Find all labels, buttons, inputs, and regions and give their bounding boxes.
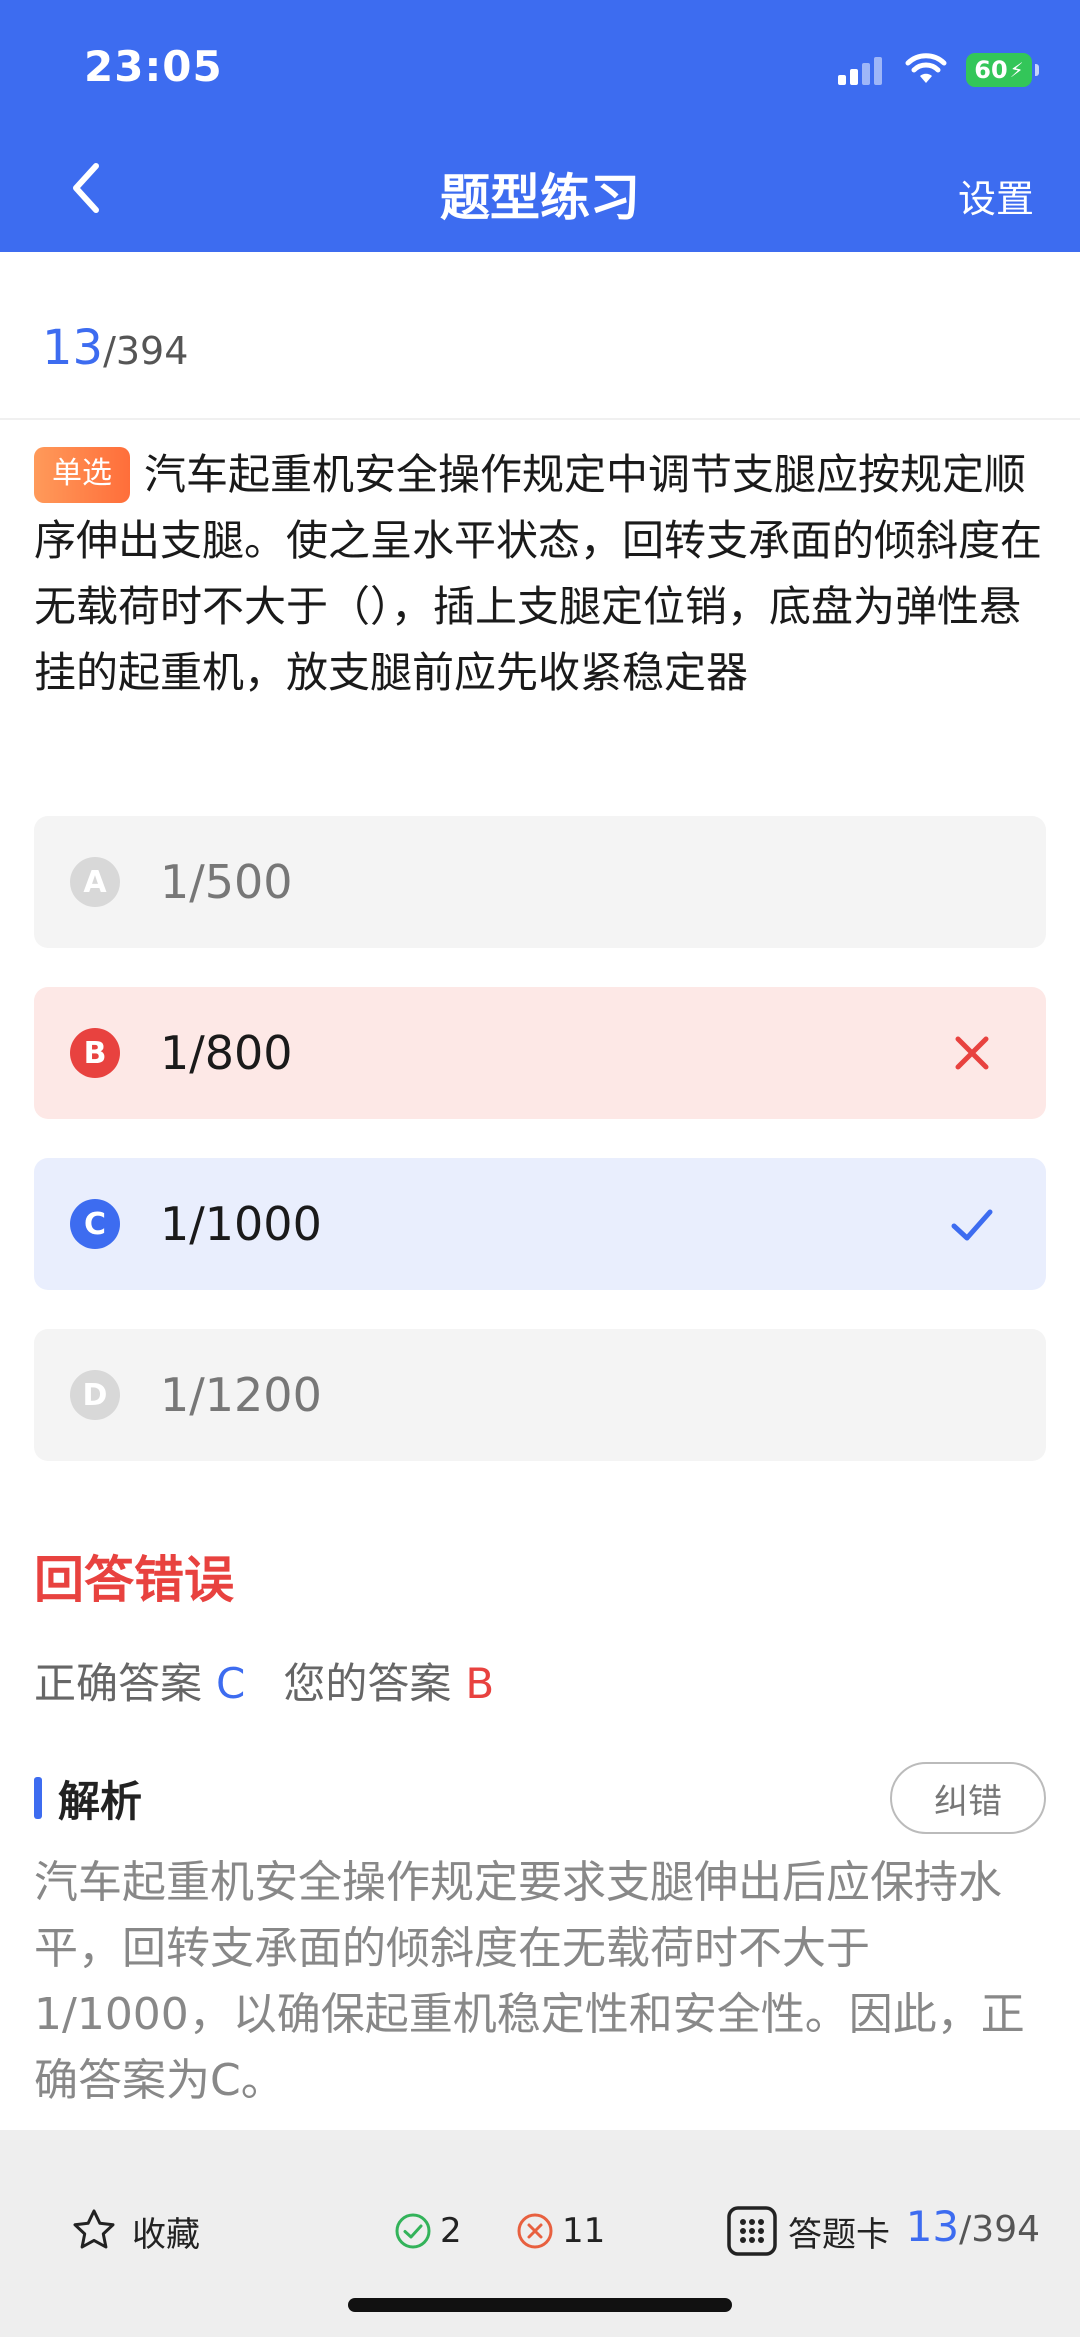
option-a[interactable]: A 1/500 — [34, 816, 1046, 948]
status-time: 23:05 — [84, 42, 223, 91]
option-letter: C — [70, 1199, 120, 1249]
question-progress: 13/394 — [42, 320, 188, 376]
option-text: 1/800 — [160, 1026, 293, 1080]
option-letter: A — [70, 857, 120, 907]
result-title: 回答错误 — [34, 1551, 234, 1609]
analysis-header: 解析 — [34, 1770, 142, 1826]
user-answer-value: B — [465, 1659, 495, 1708]
wrong-count: 11 — [516, 2202, 605, 2260]
x-circle-icon — [517, 2213, 553, 2249]
progress-total: /394 — [103, 329, 189, 373]
option-d[interactable]: D 1/1200 — [34, 1329, 1046, 1461]
question-type-badge: 单选 — [34, 447, 130, 503]
settings-button[interactable]: 设置 — [958, 168, 1034, 223]
option-letter: B — [70, 1028, 120, 1078]
bottom-progress: 13/394 — [906, 2202, 1040, 2260]
answer-card-button[interactable]: 答题卡 — [726, 2202, 890, 2260]
answer-summary: 正确答案 C 您的答案 B — [34, 1650, 494, 1711]
wrong-x-icon — [955, 1036, 989, 1070]
page-title: 题型练习 — [440, 169, 640, 227]
option-text: 1/1000 — [160, 1197, 322, 1251]
option-b[interactable]: B 1/800 — [34, 987, 1046, 1119]
check-circle-icon — [395, 2213, 431, 2249]
header: 23:05 60 ⚡ 题型练习 设置 — [0, 0, 1080, 252]
home-indicator — [348, 2298, 732, 2312]
user-answer-label: 您的答案 — [283, 1659, 452, 1708]
star-icon — [73, 2209, 115, 2249]
check-icon — [951, 1209, 993, 1241]
analysis-text: 汽车起重机安全操作规定要求支腿伸出后应保持水平，回转支承面的倾斜度在无载荷时不大… — [34, 1857, 1025, 2106]
wifi-icon — [905, 53, 947, 83]
battery-icon: 60 ⚡ — [966, 53, 1039, 87]
favorite-label: 收藏 — [132, 2214, 200, 2255]
correct-count: 2 — [394, 2202, 462, 2260]
wrong-count-value: 11 — [562, 2211, 606, 2251]
correct-answer-value: C — [216, 1659, 246, 1708]
answer-card-label: 答题卡 — [788, 2214, 890, 2255]
question-text: 汽车起重机安全操作规定中调节支腿应按规定顺序伸出支腿。使之呈水平状态，回转支承面… — [34, 450, 1043, 697]
question-stem: 单选 汽车起重机安全操作规定中调节支腿应按规定顺序伸出支腿。使之呈水平状态，回转支… — [34, 442, 1044, 706]
bottom-progress-current: 13 — [905, 2202, 960, 2251]
option-text: 1/1200 — [160, 1368, 322, 1422]
analysis-accent-bar — [34, 1777, 42, 1819]
option-text: 1/500 — [160, 855, 293, 909]
report-error-button[interactable]: 纠错 — [890, 1762, 1046, 1834]
grid-icon — [727, 2206, 777, 2256]
analysis-title: 解析 — [58, 1776, 143, 1826]
progress-current: 13 — [42, 320, 104, 376]
signal-icon — [838, 57, 882, 85]
favorite-button[interactable]: 收藏 — [70, 2202, 200, 2260]
bottom-progress-total: /394 — [959, 2209, 1040, 2250]
option-letter: D — [70, 1370, 120, 1420]
option-c[interactable]: C 1/1000 — [34, 1158, 1046, 1290]
correct-answer-label: 正确答案 — [34, 1659, 203, 1708]
status-icons: 60 ⚡ — [836, 48, 1039, 92]
divider — [0, 418, 1080, 420]
correct-count-value: 2 — [440, 2211, 462, 2251]
battery-level: 60 — [974, 56, 1008, 84]
